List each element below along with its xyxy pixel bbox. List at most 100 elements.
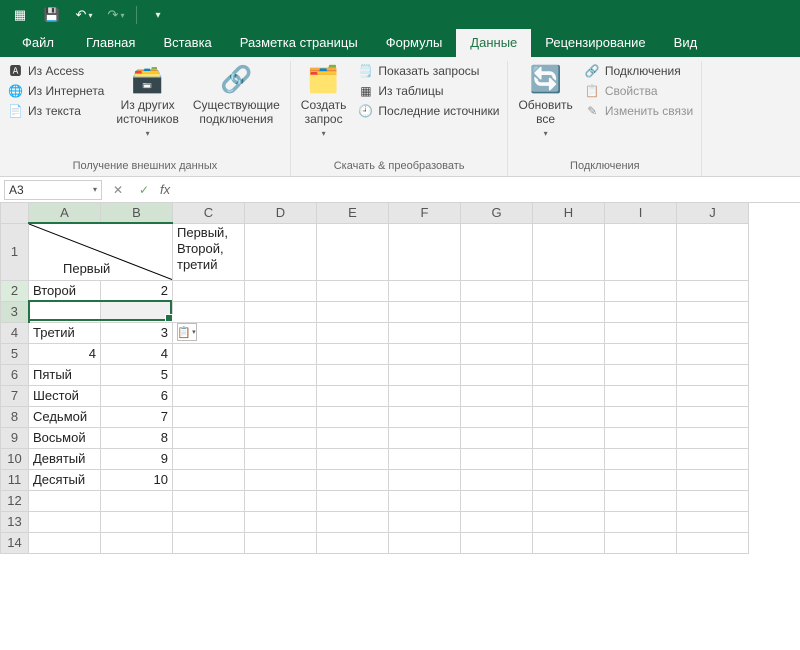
cell-A8[interactable]: Седьмой xyxy=(29,406,101,427)
from-web-button[interactable]: 🌐Из Интернета xyxy=(6,81,106,100)
cell-G6[interactable] xyxy=(461,364,533,385)
tab-review[interactable]: Рецензирование xyxy=(531,29,659,57)
from-other-sources-button[interactable]: 🗃️ Из других источников ▾ xyxy=(112,61,183,140)
cell-A6[interactable]: Пятый xyxy=(29,364,101,385)
cell-H9[interactable] xyxy=(533,427,605,448)
cell-F12[interactable] xyxy=(389,490,461,511)
cell-C13[interactable] xyxy=(173,511,245,532)
column-header-B[interactable]: B xyxy=(101,203,173,223)
column-header-C[interactable]: C xyxy=(173,203,245,223)
cell-J9[interactable] xyxy=(677,427,749,448)
cell-I14[interactable] xyxy=(605,532,677,553)
cell-I3[interactable] xyxy=(605,301,677,322)
cell-C6[interactable] xyxy=(173,364,245,385)
cell-B13[interactable] xyxy=(101,511,173,532)
tab-formulas[interactable]: Формулы xyxy=(372,29,457,57)
cell-F2[interactable] xyxy=(389,280,461,301)
cell-B5[interactable]: 4 xyxy=(101,343,173,364)
cell-J7[interactable] xyxy=(677,385,749,406)
cell-A7[interactable]: Шестой xyxy=(29,385,101,406)
redo-button[interactable]: ↷▾ xyxy=(102,3,130,27)
cell-D8[interactable] xyxy=(245,406,317,427)
cell-I1[interactable] xyxy=(605,223,677,280)
cell-C2[interactable] xyxy=(173,280,245,301)
cell-I13[interactable] xyxy=(605,511,677,532)
cell-I8[interactable] xyxy=(605,406,677,427)
cell-I11[interactable] xyxy=(605,469,677,490)
cell-F1[interactable] xyxy=(389,223,461,280)
cell-G3[interactable] xyxy=(461,301,533,322)
cell-G9[interactable] xyxy=(461,427,533,448)
tab-page-layout[interactable]: Разметка страницы xyxy=(226,29,372,57)
cell-H14[interactable] xyxy=(533,532,605,553)
cell-E12[interactable] xyxy=(317,490,389,511)
cancel-button[interactable]: ✕ xyxy=(108,183,128,197)
cell-F10[interactable] xyxy=(389,448,461,469)
cell-E11[interactable] xyxy=(317,469,389,490)
cell-A14[interactable] xyxy=(29,532,101,553)
row-header-7[interactable]: 7 xyxy=(1,385,29,406)
cell-E9[interactable] xyxy=(317,427,389,448)
cell-I7[interactable] xyxy=(605,385,677,406)
cell-H1[interactable] xyxy=(533,223,605,280)
cell-J1[interactable] xyxy=(677,223,749,280)
cell-D7[interactable] xyxy=(245,385,317,406)
cell-F14[interactable] xyxy=(389,532,461,553)
cell-D3[interactable] xyxy=(245,301,317,322)
cell-G4[interactable] xyxy=(461,322,533,343)
cell-A11[interactable]: Десятый xyxy=(29,469,101,490)
cell-I9[interactable] xyxy=(605,427,677,448)
cell-A5[interactable]: 4 xyxy=(29,343,101,364)
cell-E3[interactable] xyxy=(317,301,389,322)
cell-D14[interactable] xyxy=(245,532,317,553)
cell-B12[interactable] xyxy=(101,490,173,511)
cell-A2[interactable]: Второй xyxy=(29,280,101,301)
cell-D9[interactable] xyxy=(245,427,317,448)
cell-G1[interactable] xyxy=(461,223,533,280)
row-header-3[interactable]: 3 xyxy=(1,301,29,322)
cell-G11[interactable] xyxy=(461,469,533,490)
cell-H2[interactable] xyxy=(533,280,605,301)
cell-B14[interactable] xyxy=(101,532,173,553)
cell-E1[interactable] xyxy=(317,223,389,280)
cell-H3[interactable] xyxy=(533,301,605,322)
cell-C1[interactable]: Первый, Второй, третий xyxy=(173,223,245,280)
cell-A13[interactable] xyxy=(29,511,101,532)
cell-J13[interactable] xyxy=(677,511,749,532)
cell-G12[interactable] xyxy=(461,490,533,511)
cell-H10[interactable] xyxy=(533,448,605,469)
cell-G10[interactable] xyxy=(461,448,533,469)
cell-E6[interactable] xyxy=(317,364,389,385)
cell-D11[interactable] xyxy=(245,469,317,490)
cell-F8[interactable] xyxy=(389,406,461,427)
cell-J5[interactable] xyxy=(677,343,749,364)
worksheet-grid[interactable]: ABCDEFGHIJ1 Первый Первый, Второй, трети… xyxy=(0,203,800,650)
cell-E2[interactable] xyxy=(317,280,389,301)
cell-E10[interactable] xyxy=(317,448,389,469)
cell-D5[interactable] xyxy=(245,343,317,364)
column-header-I[interactable]: I xyxy=(605,203,677,223)
cell-G8[interactable] xyxy=(461,406,533,427)
new-query-button[interactable]: 🗂️ Создать запрос ▾ xyxy=(297,61,351,140)
row-header-2[interactable]: 2 xyxy=(1,280,29,301)
cell-G5[interactable] xyxy=(461,343,533,364)
cell-D13[interactable] xyxy=(245,511,317,532)
cell-A4[interactable]: Третий xyxy=(29,322,101,343)
cell-C7[interactable] xyxy=(173,385,245,406)
tab-file[interactable]: Файл xyxy=(4,29,72,57)
cell-I4[interactable] xyxy=(605,322,677,343)
cell-I6[interactable] xyxy=(605,364,677,385)
cell-E13[interactable] xyxy=(317,511,389,532)
cell-F13[interactable] xyxy=(389,511,461,532)
cell-A1[interactable]: Первый xyxy=(29,223,173,280)
cell-D2[interactable] xyxy=(245,280,317,301)
cell-D4[interactable] xyxy=(245,322,317,343)
row-header-12[interactable]: 12 xyxy=(1,490,29,511)
row-header-1[interactable]: 1 xyxy=(1,223,29,280)
tab-data[interactable]: Данные xyxy=(456,29,531,57)
edit-links-button[interactable]: ✎Изменить связи xyxy=(583,101,695,120)
cell-I10[interactable] xyxy=(605,448,677,469)
cell-C8[interactable] xyxy=(173,406,245,427)
formula-input[interactable] xyxy=(176,180,796,200)
cell-G7[interactable] xyxy=(461,385,533,406)
